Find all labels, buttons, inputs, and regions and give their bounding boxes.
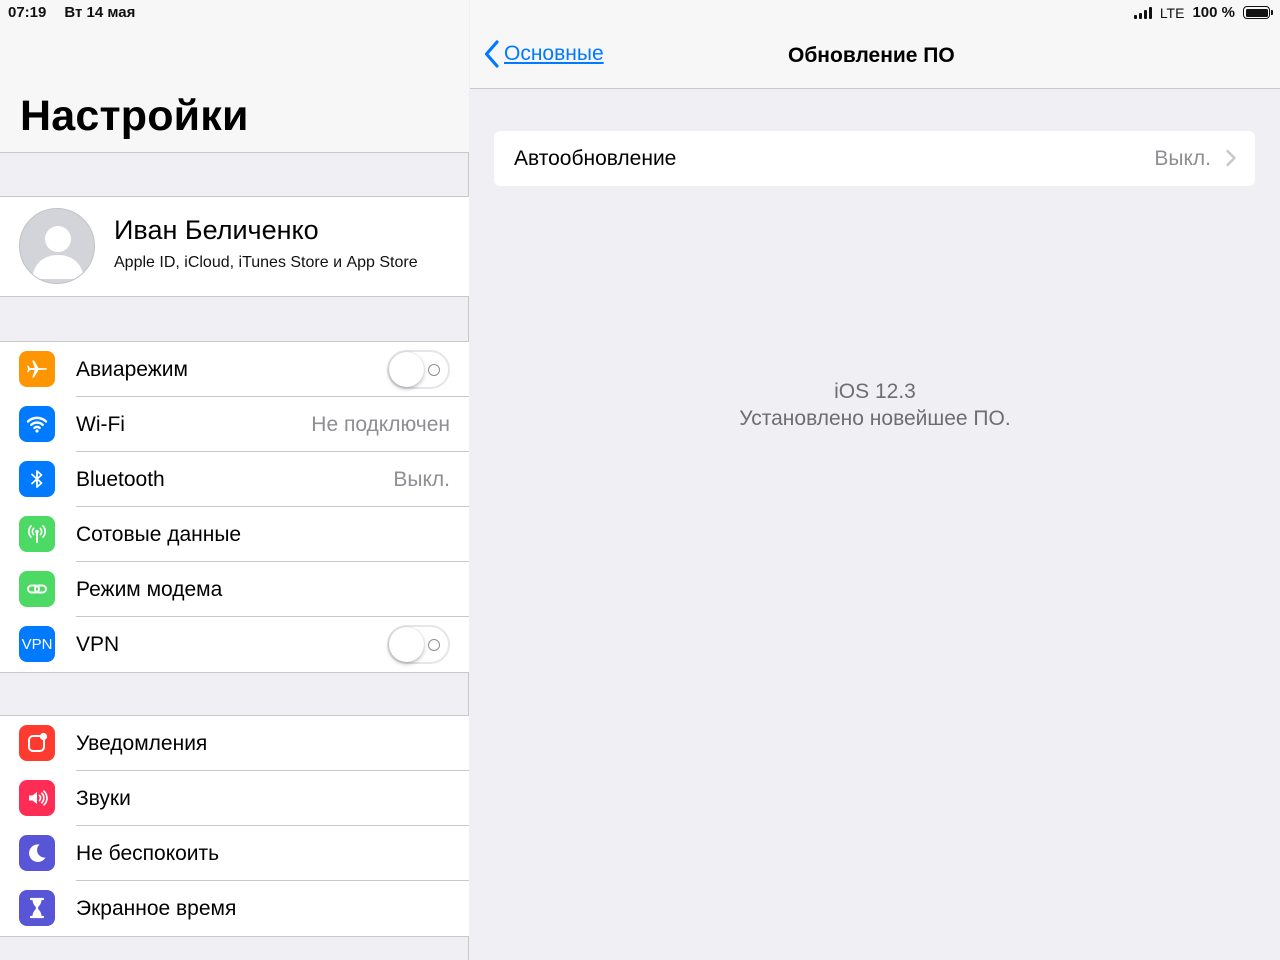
toggle-knob [389,627,424,662]
bluetooth-icon [19,461,55,497]
sidebar-item-label: Режим модема [76,578,223,601]
sidebar-item-label: Не беспокоить [76,842,220,865]
network-type: LTE [1159,4,1185,21]
update-status: iOS 12.3 Установлено новейшее ПО. [470,378,1280,432]
settings-sidebar: Настройки Иван Беличенко Apple ID, iClou… [0,0,469,960]
chevron-right-icon [1226,149,1236,167]
auto-update-value: Выкл. [1154,147,1211,170]
auto-update-row[interactable]: Автообновление Выкл. [494,131,1255,186]
sidebar-item-label: Авиарежим [76,358,188,381]
profile-subtitle: Apple ID, iCloud, iTunes Store и App Sto… [114,254,418,271]
cellular-antenna-icon [19,516,55,552]
battery-icon [1243,6,1273,19]
ipad-screen: Настройки Иван Беличенко Apple ID, iClou… [0,0,1280,960]
sidebar-item-cellular[interactable]: Сотовые данные [0,507,469,562]
sidebar-item-label: Bluetooth [76,468,165,491]
cellular-signal-icon [1133,6,1152,19]
sidebar-header: Настройки [0,0,469,153]
hourglass-icon [19,890,55,926]
wifi-status-value: Не подключен [311,413,450,436]
auto-update-label: Автообновление [514,147,677,170]
status-time: 07:19 [8,4,47,21]
notifications-icon [19,725,55,761]
bluetooth-status-value: Выкл. [393,468,450,491]
page-title: Обновление ПО [788,44,955,67]
sidebar-item-do-not-disturb[interactable]: Не беспокоить [0,826,469,881]
toggle-knob [389,352,424,387]
airplane-icon [19,351,55,387]
back-button[interactable]: Основные [484,40,604,68]
sidebar-item-vpn[interactable]: VPN VPN [0,617,469,672]
sidebar-item-screen-time[interactable]: Экранное время [0,881,469,936]
apple-id-profile-row[interactable]: Иван Беличенко Apple ID, iCloud, iTunes … [0,196,469,297]
person-silhouette-icon [32,226,84,279]
back-button-label: Основные [504,42,604,65]
status-bar-left: 07:19 Вт 14 мая [8,4,135,21]
status-bar-right: LTE 100 % [1133,4,1273,21]
sidebar-item-label: Сотовые данные [76,523,242,546]
vpn-icon-text: VPN [21,635,53,653]
sidebar-item-label: Уведомления [76,732,208,755]
wifi-icon [19,406,55,442]
vpn-icon: VPN [19,626,55,662]
sidebar-item-label: VPN [76,633,120,656]
vpn-toggle[interactable] [387,625,450,664]
update-status-message: Установлено новейшее ПО. [739,407,1011,430]
sidebar-item-label: Экранное время [76,897,237,920]
speaker-icon [19,780,55,816]
sidebar-item-airplane-mode[interactable]: Авиарежим [0,342,469,397]
sidebar-item-label: Звуки [76,787,131,810]
ios-version: iOS 12.3 [834,380,916,403]
sidebar-title: Настройки [20,92,249,140]
notifications-group: Уведомления Звуки Не беспокоить Экранное… [0,715,469,937]
personal-hotspot-icon [19,571,55,607]
sidebar-item-label: Wi-Fi [76,413,125,436]
sidebar-item-personal-hotspot[interactable]: Режим модема [0,562,469,617]
sidebar-item-notifications[interactable]: Уведомления [0,716,469,771]
sidebar-item-wifi[interactable]: Wi-Fi Не подключен [0,397,469,452]
moon-icon [19,835,55,871]
avatar [19,208,95,284]
status-date: Вт 14 мая [64,4,136,21]
battery-percentage: 100 % [1192,4,1235,21]
toggle-off-indicator [428,364,440,376]
airplane-mode-toggle[interactable] [387,350,450,389]
chevron-left-icon [484,40,499,68]
connectivity-group: Авиарежим Wi-Fi Не подключен Bluetooth В… [0,341,469,673]
toggle-off-indicator [428,639,440,651]
sidebar-item-bluetooth[interactable]: Bluetooth Выкл. [0,452,469,507]
profile-name: Иван Беличенко [114,215,319,245]
sidebar-item-sounds[interactable]: Звуки [0,771,469,826]
